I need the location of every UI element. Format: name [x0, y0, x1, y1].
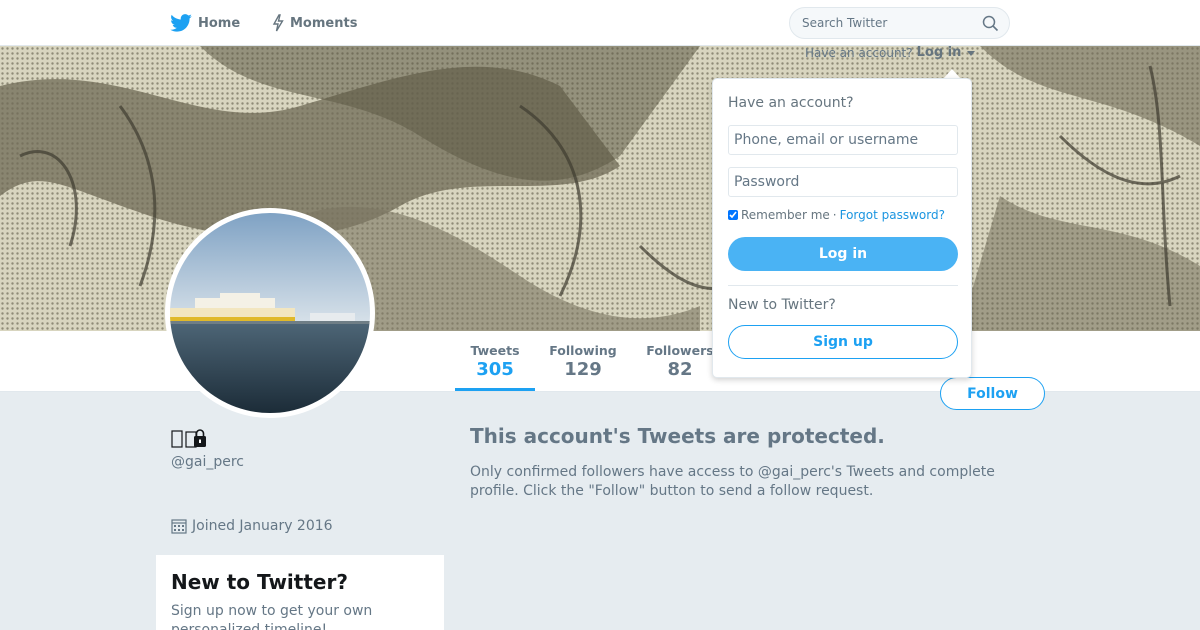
stat-following-value: 129 — [564, 359, 602, 380]
search-input[interactable] — [802, 14, 972, 32]
remember-me-label[interactable]: Remember me — [741, 208, 830, 222]
nav-moments[interactable]: Moments — [272, 0, 357, 46]
top-nav-bar: Home Moments — [0, 0, 1200, 46]
dropdown-divider — [728, 285, 958, 286]
username-field[interactable] — [728, 125, 958, 155]
twitter-bird-icon — [170, 14, 192, 32]
new-to-twitter-label: New to Twitter? — [728, 297, 836, 313]
display-name — [171, 429, 207, 449]
nav-home[interactable]: Home — [170, 0, 240, 46]
calendar-icon — [171, 519, 187, 534]
remember-me-checkbox[interactable] — [728, 210, 738, 220]
remember-separator: · — [832, 208, 837, 222]
join-date: Joined January 2016 — [171, 518, 333, 534]
forgot-password-link[interactable]: Forgot password? — [840, 208, 945, 222]
stat-following[interactable]: Following 129 — [544, 331, 622, 391]
nav-home-label: Home — [198, 15, 241, 31]
stat-followers[interactable]: Followers 82 — [640, 331, 720, 391]
signup-card: New to Twitter? Sign up now to get your … — [156, 555, 444, 630]
have-account-text: Have an account? — [805, 45, 913, 60]
search-box[interactable] — [789, 7, 1010, 39]
signup-card-text: Sign up now to get your own personalized… — [171, 603, 373, 630]
login-dropdown-heading: Have an account? — [728, 95, 854, 111]
stat-tweets[interactable]: Tweets 305 — [455, 331, 535, 391]
join-date-text: Joined January 2016 — [192, 518, 333, 534]
screen-name[interactable]: @gai_perc — [171, 454, 244, 470]
protected-title: This account's Tweets are protected. — [470, 424, 885, 448]
stat-followers-value: 82 — [667, 359, 693, 380]
header-login-prompt: Have an account? Log in — [805, 45, 976, 60]
protected-lock-icon — [185, 429, 206, 448]
avatar-photo — [170, 213, 370, 413]
moments-bolt-icon — [272, 14, 284, 32]
display-name-glyph-icon — [171, 430, 183, 448]
signup-card-title: New to Twitter? — [171, 570, 348, 594]
stat-tweets-label: Tweets — [470, 343, 520, 358]
login-dropdown-toggle[interactable]: Log in — [917, 45, 962, 60]
search-icon[interactable] — [982, 15, 999, 32]
protected-text: Only confirmed followers have access to … — [470, 464, 995, 499]
password-field[interactable] — [728, 167, 958, 197]
stat-following-label: Following — [549, 343, 617, 358]
caret-down-icon[interactable] — [967, 51, 976, 56]
login-button[interactable]: Log in — [728, 237, 958, 271]
stat-followers-label: Followers — [646, 343, 714, 358]
remember-row: Remember me · Forgot password? — [728, 208, 945, 222]
signup-button[interactable]: Sign up — [728, 325, 958, 359]
avatar[interactable] — [165, 208, 375, 418]
nav-moments-label: Moments — [290, 15, 358, 31]
follow-button[interactable]: Follow — [940, 377, 1045, 410]
login-dropdown: Have an account? Remember me · Forgot pa… — [712, 78, 972, 378]
stat-tweets-value: 305 — [476, 359, 514, 380]
